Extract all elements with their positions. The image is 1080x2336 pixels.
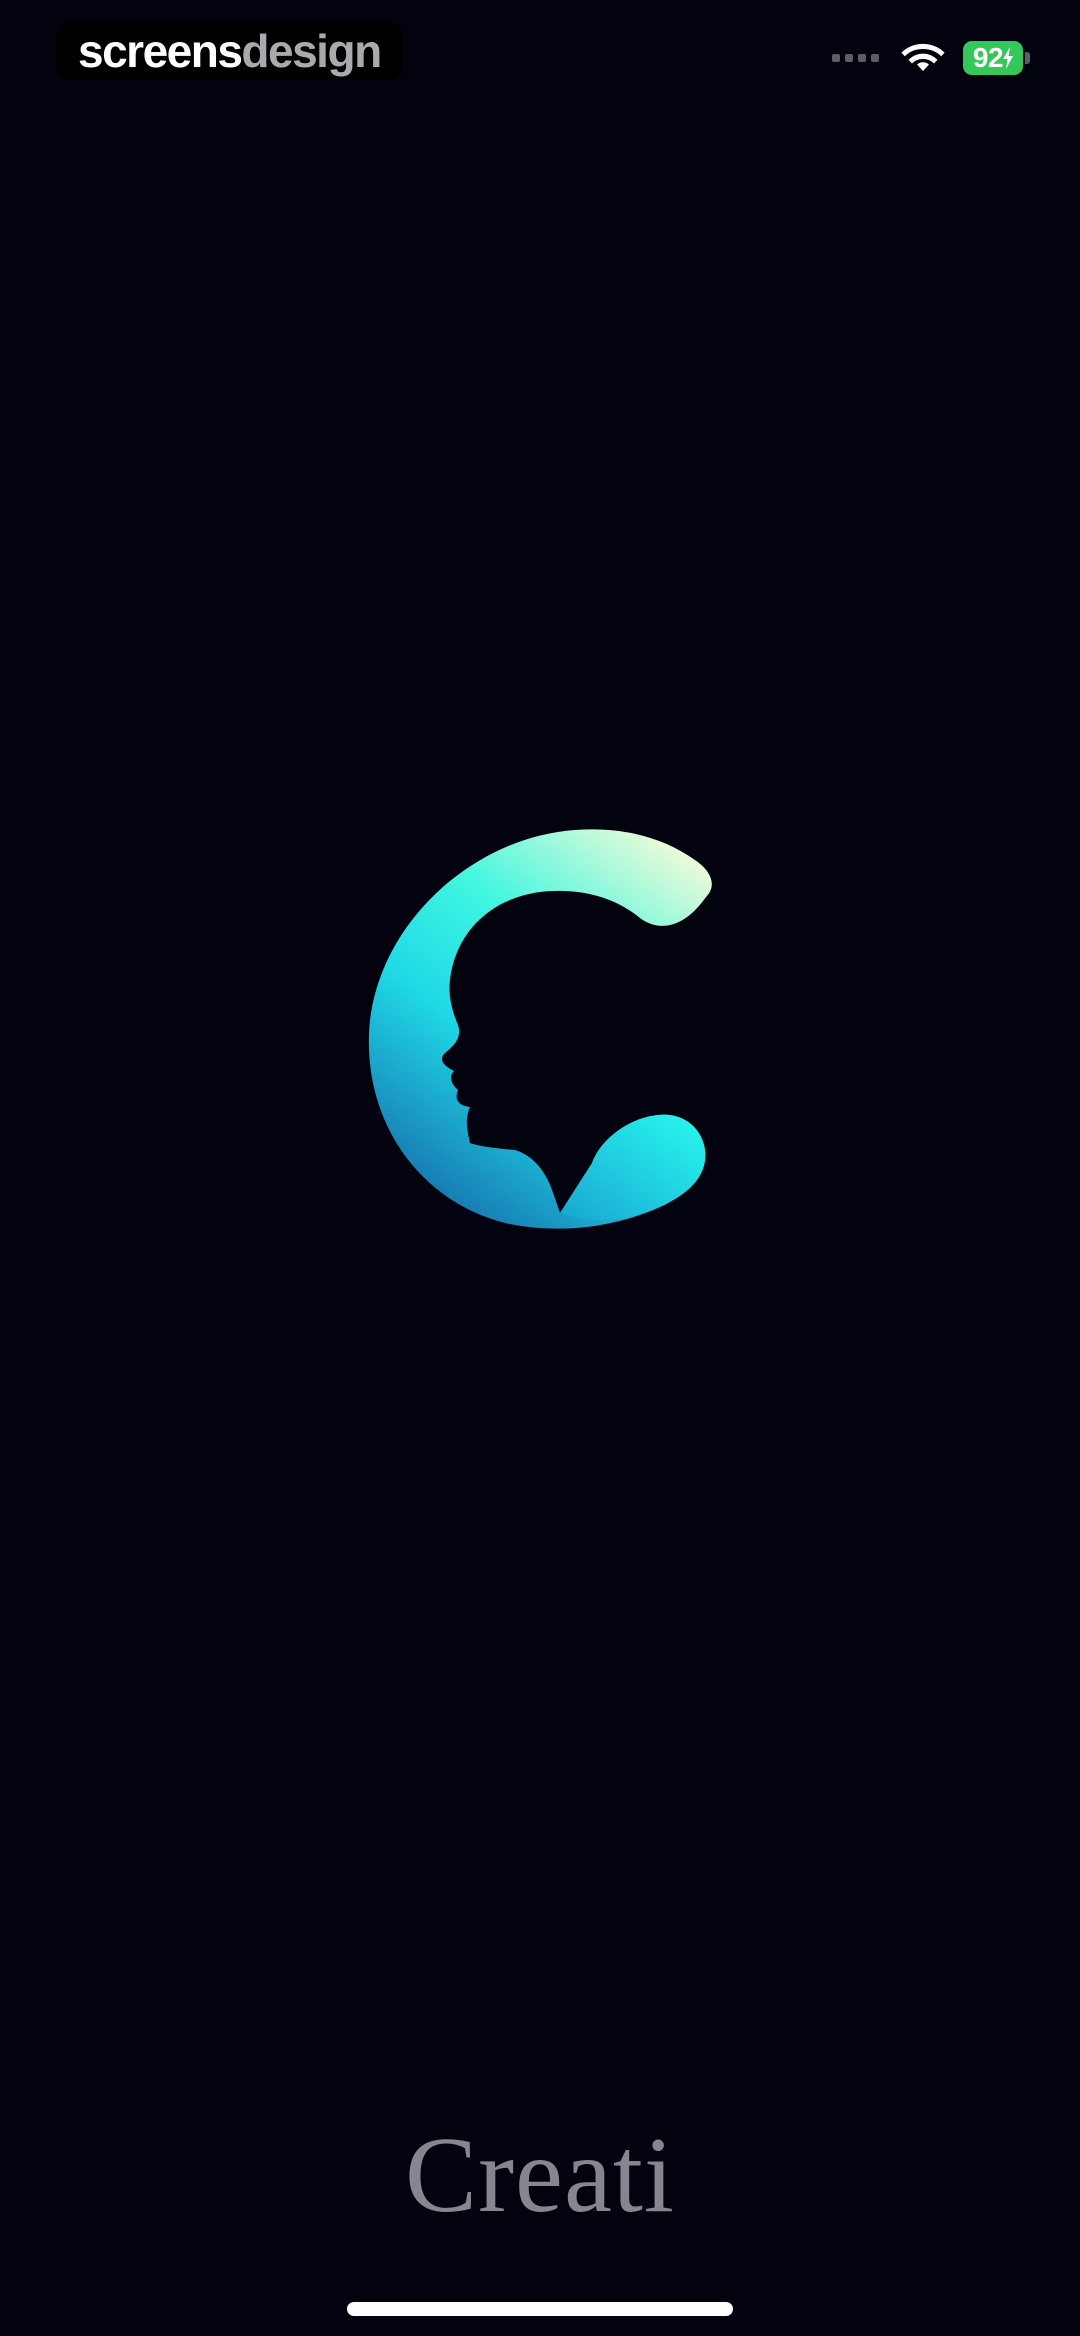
brand-wordmark: Creati <box>405 2116 675 2235</box>
status-bar: 92 <box>832 38 1030 78</box>
charging-bolt-icon <box>1003 47 1014 69</box>
home-indicator[interactable] <box>347 2302 733 2316</box>
cellular-signal-icon <box>832 54 879 62</box>
c-face-logo-icon <box>368 829 712 1229</box>
battery-level: 92 <box>963 41 1023 75</box>
watermark-badge: screens design <box>56 22 403 80</box>
battery-cap <box>1025 52 1030 64</box>
watermark-text-secondary: design <box>241 25 382 77</box>
watermark-text-primary: screens <box>78 25 243 77</box>
battery-percent: 92 <box>972 42 1004 73</box>
battery-indicator: 92 <box>963 41 1030 75</box>
wifi-icon <box>901 43 945 71</box>
splash-screen: screens design 92 Creati <box>0 0 1080 2336</box>
